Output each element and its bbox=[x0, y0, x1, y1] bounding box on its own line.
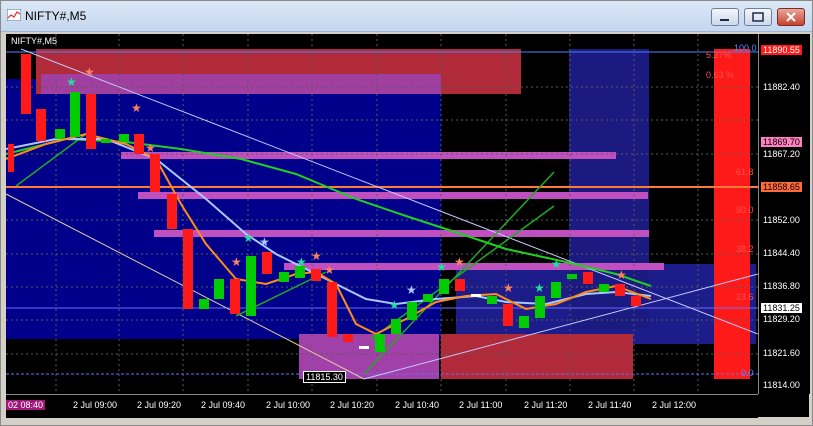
price-label-6: 11829.20 bbox=[763, 314, 800, 324]
window-title: NIFTY#,M5 bbox=[25, 9, 87, 23]
svg-text:★: ★ bbox=[324, 263, 335, 277]
time-label-10: 2 Jul 12:00 bbox=[652, 400, 697, 410]
time-tag-start: 02 08:40 bbox=[6, 400, 46, 410]
svg-text:★: ★ bbox=[296, 255, 307, 269]
svg-text:★: ★ bbox=[551, 257, 562, 271]
minimize-button[interactable] bbox=[711, 8, 739, 26]
svg-text:★: ★ bbox=[66, 75, 77, 89]
svg-text:★: ★ bbox=[259, 235, 270, 249]
chart-window-icon bbox=[7, 9, 21, 21]
price-label-1: 11882.40 bbox=[763, 82, 800, 92]
svg-text:★: ★ bbox=[131, 101, 142, 115]
magenta-zone-top bbox=[41, 74, 441, 94]
time-label-8: 2 Jul 11:20 bbox=[524, 400, 568, 410]
svg-text:★: ★ bbox=[406, 283, 417, 297]
close-icon bbox=[786, 12, 796, 22]
time-label-5: 2 Jul 10:20 bbox=[330, 400, 375, 410]
terminal-window: NIFTY#,M5 ★ ★ ★ ★ ★ ★ ★ ★ ★ ★ ★ ★ ★ ★ ★ … bbox=[0, 0, 813, 426]
price-label-4: 11844.40 bbox=[763, 248, 800, 258]
svg-text:★: ★ bbox=[503, 281, 514, 295]
svg-text:★: ★ bbox=[616, 268, 627, 282]
price-label-8: 11814.00 bbox=[763, 380, 800, 390]
price-tag-current: 11831.25 bbox=[761, 303, 802, 313]
price-scale[interactable]: 11890.55 11882.40 11869.70 11867.20 1185… bbox=[758, 34, 810, 394]
fib-level-100: 100.0 bbox=[734, 43, 757, 53]
symbol-label: NIFTY#,M5 bbox=[11, 36, 58, 46]
svg-text:★: ★ bbox=[389, 298, 400, 312]
restore-icon bbox=[752, 12, 764, 22]
price-label-5: 11836.80 bbox=[763, 281, 800, 291]
magenta-band-1 bbox=[121, 152, 616, 159]
time-label-2: 2 Jul 09:20 bbox=[137, 400, 182, 410]
fib-level-0: 0.0 bbox=[741, 368, 754, 378]
time-label-6: 2 Jul 10:40 bbox=[395, 400, 440, 410]
time-label-4: 2 Jul 10:00 bbox=[266, 400, 311, 410]
time-label-7: 2 Jul 11:00 bbox=[459, 400, 503, 410]
svg-text:★: ★ bbox=[145, 141, 156, 155]
minimize-icon bbox=[720, 19, 729, 21]
svg-text:★: ★ bbox=[534, 281, 545, 295]
chart-area[interactable]: ★ ★ ★ ★ ★ ★ ★ ★ ★ ★ ★ ★ ★ ★ ★ ★ ★ ★ NIFTY#,M5 100… bbox=[6, 34, 810, 418]
svg-text:★: ★ bbox=[243, 231, 254, 245]
fib-level-23-6: 23.6 bbox=[736, 292, 754, 302]
price-tag-orange: 11858.65 bbox=[761, 182, 802, 192]
price-label-3: 11852.00 bbox=[763, 215, 800, 225]
price-tag-top: 11890.55 bbox=[761, 45, 802, 55]
close-button[interactable] bbox=[777, 8, 805, 26]
restore-button[interactable] bbox=[744, 8, 772, 26]
price-label-2: 11867.20 bbox=[763, 149, 800, 159]
price-label-7: 11821.60 bbox=[763, 348, 800, 358]
svg-text:★: ★ bbox=[84, 65, 95, 79]
magenta-band-3 bbox=[154, 230, 649, 237]
fib-level-38-2: 38.2 bbox=[736, 244, 754, 254]
time-axis[interactable]: 02 08:40 2 Jul 09:00 2 Jul 09:20 2 Jul 0… bbox=[6, 394, 758, 418]
price-chart[interactable]: ★★ ★★ ★ ★ ★ ★ ★★ ★★ ★ ★ ★ ★ ★★ bbox=[6, 34, 758, 394]
svg-text:★: ★ bbox=[231, 255, 242, 269]
percent-label-1: 5.27% bbox=[706, 50, 732, 60]
percent-label-2: 0.63 % bbox=[706, 70, 735, 80]
svg-text:★: ★ bbox=[454, 255, 465, 269]
svg-text:★: ★ bbox=[311, 249, 322, 263]
title-bar[interactable]: NIFTY#,M5 bbox=[1, 1, 812, 32]
time-label-3: 2 Jul 09:40 bbox=[201, 400, 246, 410]
fib-level-61-8: 61.8 bbox=[736, 167, 754, 177]
fib-level-50: 50.0 bbox=[736, 205, 754, 215]
time-label-1: 2 Jul 09:00 bbox=[73, 400, 118, 410]
time-label-9: 2 Jul 11:40 bbox=[588, 400, 632, 410]
red-zone-bottom bbox=[441, 334, 633, 379]
low-price-label: 11815.30 bbox=[303, 371, 346, 383]
svg-text:★: ★ bbox=[436, 260, 447, 274]
price-tag-magenta: 11869.70 bbox=[761, 137, 802, 147]
